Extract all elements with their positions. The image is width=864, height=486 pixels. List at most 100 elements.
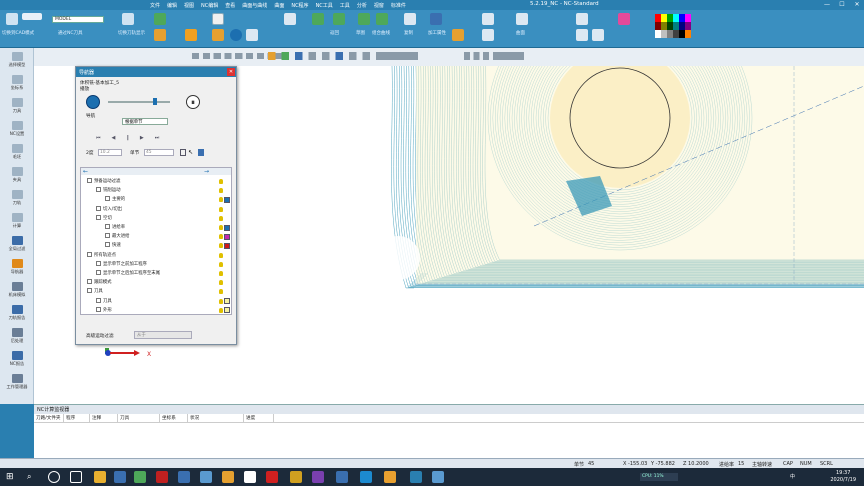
step-controls[interactable]: ⏮◀‖▶⏭ (96, 135, 196, 141)
palette-icon[interactable] (618, 13, 630, 25)
color-swatch[interactable] (224, 307, 230, 314)
copy-icon[interactable] (404, 13, 416, 25)
close-button[interactable]: ✕ (850, 0, 864, 10)
visibility-bulb-icon[interactable] (219, 197, 223, 203)
menu-item[interactable]: 曲面与曲线 (242, 2, 267, 9)
curve-icon[interactable] (376, 13, 388, 25)
tree-row[interactable]: 空切 (96, 214, 112, 222)
save-icon[interactable] (198, 149, 204, 156)
color-swatch[interactable] (224, 242, 230, 249)
highlight-icon[interactable] (185, 29, 197, 41)
tree-row[interactable]: 显示单节之前加工程序 (96, 260, 147, 268)
checkbox-icon[interactable] (105, 242, 110, 248)
menu-item[interactable]: NC编辑 (201, 2, 218, 9)
rewind-icon[interactable] (86, 95, 100, 109)
toggle-path-icon[interactable] (122, 13, 134, 25)
model-select[interactable]: MODEL (52, 16, 104, 23)
surface-icon[interactable] (516, 13, 528, 25)
visibility-bulb-icon[interactable] (219, 206, 223, 212)
menu-item[interactable]: 分析 (357, 2, 367, 9)
menu-item[interactable]: 查看 (225, 2, 235, 9)
checkbox-icon[interactable] (105, 233, 110, 239)
app5-icon[interactable] (200, 471, 212, 483)
menu-item[interactable]: NC程序 (291, 2, 308, 9)
checkbox-icon[interactable] (96, 297, 101, 303)
tree-row[interactable]: 最大进给 (105, 233, 130, 240)
menu-item[interactable]: 曲面 (274, 2, 284, 9)
navigator-close-button[interactable]: ✕ (227, 68, 235, 76)
checkbox-icon[interactable] (96, 306, 101, 312)
dock-item[interactable]: 机床模拟 (2, 282, 32, 298)
visibility-bulb-icon[interactable] (219, 261, 223, 267)
visibility-bulb-icon[interactable] (219, 188, 223, 194)
checkbox-icon[interactable] (87, 178, 92, 183)
menu-item[interactable]: 工具 (340, 2, 350, 9)
checkbox-icon[interactable] (87, 251, 92, 257)
filter-tree[interactable]: ← → 预备运动过滤 铣削运动 主要的 切入/切出 空切 进给率 最大进给 快速 所有轨迹点 显示单… (80, 167, 232, 315)
ime-indicator[interactable]: 中 (790, 473, 795, 480)
menu-item[interactable]: NC工具 (316, 2, 333, 9)
mode-select[interactable]: 根据单节 (122, 118, 168, 125)
app10-icon[interactable] (312, 471, 324, 483)
tree-row[interactable]: 切入/切出 (96, 205, 122, 213)
dock-item[interactable]: 刀具 (2, 98, 32, 114)
dock-item[interactable]: 刀轨 (2, 190, 32, 206)
sketch-icon[interactable] (358, 13, 370, 25)
dock-item[interactable]: 计算 (2, 213, 32, 229)
dock-item[interactable]: 坐标系 (2, 75, 32, 91)
tree-row[interactable]: 跟踪模式 (87, 279, 112, 286)
tree-arrows[interactable]: ← → (81, 168, 231, 175)
edit-icon[interactable] (312, 13, 324, 25)
app3-icon[interactable] (156, 471, 168, 483)
tree-row[interactable]: 显示单节之后加工程序至末尾 (96, 270, 160, 277)
app7-icon[interactable] (244, 471, 256, 483)
app12-icon[interactable] (410, 471, 422, 483)
visibility-bulb-icon[interactable] (219, 289, 223, 295)
minimize-button[interactable]: — (820, 0, 834, 10)
info-icon[interactable] (230, 29, 242, 41)
monitor-column-header[interactable]: 注释 (90, 414, 118, 422)
color-swatch[interactable] (224, 224, 230, 231)
text-icon[interactable] (482, 29, 494, 41)
color-swatch[interactable] (224, 233, 230, 240)
visibility-bulb-icon[interactable] (219, 225, 223, 230)
monitor-column-header[interactable]: 刀具 (118, 414, 160, 422)
task-view-icon[interactable] (70, 471, 82, 483)
tree-row[interactable]: 刀具 (96, 297, 112, 305)
menu-item[interactable]: 文件 (150, 2, 160, 9)
search-icon[interactable]: ⌕ (27, 471, 39, 483)
explorer-icon[interactable] (94, 471, 106, 483)
maximize-button[interactable]: ☐ (835, 0, 849, 10)
visibility-bulb-icon[interactable] (219, 280, 223, 286)
chart-icon[interactable] (246, 29, 258, 41)
dock-item[interactable]: 导航器 (2, 259, 32, 275)
clock[interactable]: 19:37 2020/7/19 (830, 470, 856, 483)
small-tool-icon[interactable] (22, 13, 42, 20)
visibility-bulb-icon[interactable] (219, 271, 223, 276)
monitor-column-header[interactable]: 坐标系 (160, 414, 188, 422)
back-icon[interactable] (333, 13, 345, 25)
dock-item[interactable]: NC报告 (2, 351, 32, 367)
dock-item[interactable]: 夹具 (2, 167, 32, 183)
checkbox-icon[interactable] (96, 260, 101, 266)
visibility-bulb-icon[interactable] (219, 307, 223, 313)
tree-row[interactable]: 刀具 (87, 288, 103, 295)
checkbox-icon[interactable] (96, 187, 101, 193)
tool-orange-icon[interactable] (452, 29, 464, 41)
visibility-bulb-icon[interactable] (219, 234, 223, 240)
zoom-icon[interactable] (576, 13, 588, 25)
pause-icon[interactable]: ⏸ (186, 95, 200, 109)
visibility-bulb-icon[interactable] (219, 252, 223, 258)
monitor-column-header[interactable]: 状况 (188, 414, 244, 422)
checkbox-icon[interactable] (96, 214, 101, 220)
app2-icon[interactable] (134, 471, 146, 483)
tree-row[interactable]: 主要的 (105, 196, 125, 203)
tree-row[interactable]: 铣削运动 (96, 187, 121, 194)
dock-item[interactable]: NC设置 (2, 121, 32, 137)
list-icon[interactable] (212, 13, 224, 25)
visibility-bulb-icon[interactable] (219, 298, 223, 304)
color-grid[interactable] (655, 14, 691, 38)
menu-item[interactable]: 视窗 (374, 2, 384, 9)
zoom-fit-icon[interactable] (576, 29, 588, 41)
app11-icon[interactable] (336, 471, 348, 483)
